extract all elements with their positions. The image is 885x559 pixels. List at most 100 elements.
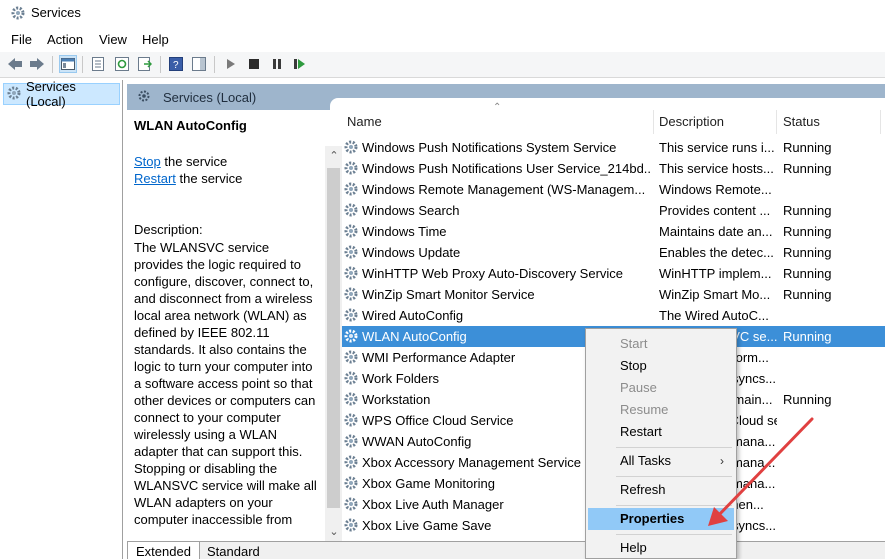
- service-gear-icon: [343, 412, 359, 431]
- selected-service-title: WLAN AutoConfig: [134, 118, 247, 133]
- table-row[interactable]: WinHTTP Web Proxy Auto-Discovery Service…: [342, 263, 885, 284]
- service-gear-icon: [343, 433, 359, 452]
- tab-extended[interactable]: Extended: [127, 542, 200, 559]
- service-status: Running: [783, 140, 832, 155]
- service-name: WinHTTP Web Proxy Auto-Discovery Service: [362, 266, 624, 281]
- service-gear-icon: [343, 307, 359, 326]
- service-status: Running: [783, 287, 832, 302]
- all-tasks-label: All Tasks: [620, 453, 672, 468]
- start-service-icon[interactable]: [222, 55, 240, 73]
- title-bar: Services: [0, 0, 885, 28]
- stop-service-link[interactable]: Stop: [134, 154, 161, 169]
- restart-service-icon[interactable]: [291, 55, 309, 73]
- table-row[interactable]: Windows Push Notifications User Service_…: [342, 158, 885, 179]
- sort-ascending-icon: ⌃: [493, 102, 502, 113]
- panel-title: Services (Local): [163, 90, 257, 105]
- service-gear-icon: [343, 244, 359, 263]
- table-row[interactable]: Windows Remote Management (WS-Managem...…: [342, 179, 885, 200]
- services-gear-icon: [6, 85, 22, 104]
- service-description: This service runs i...: [659, 140, 775, 155]
- service-status: Running: [783, 161, 832, 176]
- table-row[interactable]: Windows Time Maintains date an... Running: [342, 221, 885, 242]
- annotation-arrow-icon: [708, 417, 814, 526]
- table-row[interactable]: WinZip Smart Monitor Service WinZip Smart…: [342, 284, 885, 305]
- service-gear-icon: [343, 160, 359, 179]
- description-label: Description:: [134, 222, 203, 237]
- search-gear-icon: [137, 89, 153, 108]
- tree-item-label: Services (Local): [26, 79, 76, 109]
- service-gear-icon: [343, 454, 359, 473]
- service-name: Wired AutoConfig: [362, 308, 464, 323]
- service-name: Windows Push Notifications User Service_…: [362, 161, 650, 176]
- service-gear-icon: [343, 181, 359, 200]
- service-description: The Wired AutoC...: [659, 308, 769, 323]
- service-name: Windows Time: [362, 224, 447, 239]
- console-tree-icon[interactable]: [59, 55, 77, 73]
- extended-description-panel: WLAN AutoConfig Stop the service Restart…: [127, 110, 325, 546]
- service-status: Running: [783, 266, 832, 281]
- menu-item-help[interactable]: Help: [588, 537, 734, 559]
- service-gear-icon: [343, 475, 359, 494]
- scroll-up-icon[interactable]: ⌃: [328, 150, 340, 162]
- service-description: Provides content ...: [659, 203, 771, 218]
- properties-sheet-icon[interactable]: [89, 55, 107, 73]
- service-status: Running: [783, 392, 832, 407]
- service-gear-icon: [343, 496, 359, 515]
- table-row[interactable]: Windows Push Notifications System Servic…: [342, 137, 885, 158]
- tab-standard[interactable]: Standard: [199, 542, 268, 559]
- action-pane-icon[interactable]: [190, 55, 208, 73]
- scrollbar-thumb[interactable]: [327, 168, 340, 508]
- export-list-icon[interactable]: [136, 55, 154, 73]
- menu-file[interactable]: File: [11, 32, 32, 47]
- service-gear-icon: [343, 328, 359, 347]
- menu-view[interactable]: View: [99, 32, 127, 47]
- console-tree: Services (Local): [0, 79, 123, 559]
- column-header-status[interactable]: Status: [783, 114, 820, 129]
- service-gear-icon: [343, 517, 359, 536]
- service-status: Running: [783, 329, 832, 344]
- tree-item-services-local[interactable]: Services (Local): [3, 79, 120, 109]
- service-description: This service hosts...: [659, 161, 774, 176]
- scroll-down-icon[interactable]: ⌄: [328, 526, 340, 538]
- service-status: Running: [783, 245, 832, 260]
- view-tabs: Extended Standard: [127, 541, 885, 559]
- stop-service-icon[interactable]: [245, 55, 263, 73]
- service-name: Windows Search: [362, 203, 460, 218]
- help-icon[interactable]: ?: [167, 55, 185, 73]
- service-gear-icon: [343, 286, 359, 305]
- table-row[interactable]: Wired AutoConfig The Wired AutoC...: [342, 305, 885, 326]
- column-header-description[interactable]: Description: [659, 114, 724, 129]
- restart-link-suffix: the service: [175, 171, 243, 186]
- menu-item-pause[interactable]: Pause: [588, 377, 734, 399]
- service-description: WinZip Smart Mo...: [659, 287, 771, 302]
- column-header-name[interactable]: Name: [347, 114, 382, 129]
- service-gear-icon: [343, 349, 359, 368]
- service-description: Maintains date an...: [659, 224, 773, 239]
- forward-arrow-icon[interactable]: [28, 55, 46, 73]
- service-gear-icon: [343, 370, 359, 389]
- refresh-icon[interactable]: [113, 55, 131, 73]
- service-gear-icon: [343, 391, 359, 410]
- menu-action[interactable]: Action: [47, 32, 83, 47]
- service-name: Windows Remote Management (WS-Managem...: [362, 182, 646, 197]
- restart-service-link[interactable]: Restart: [134, 171, 176, 186]
- table-row[interactable]: Windows Search Provides content ... Runnin…: [342, 200, 885, 221]
- service-gear-icon: [343, 202, 359, 221]
- menu-item-start[interactable]: Start: [588, 333, 734, 355]
- menu-bar: File Action View Help: [0, 30, 885, 50]
- service-name: Windows Update: [362, 245, 461, 260]
- services-gear-icon: [10, 5, 26, 21]
- pause-service-icon[interactable]: [268, 55, 286, 73]
- service-name: Windows Push Notifications System Servic…: [362, 140, 617, 155]
- service-description: Windows Remote...: [659, 182, 772, 197]
- service-name: WinZip Smart Monitor Service: [362, 287, 535, 302]
- table-row[interactable]: Windows Update Enables the detec... Runnin…: [342, 242, 885, 263]
- menu-item-stop[interactable]: Stop: [588, 355, 734, 377]
- window-title: Services: [31, 5, 81, 20]
- stop-link-suffix: the service: [160, 154, 228, 169]
- service-status: Running: [783, 203, 832, 218]
- service-status: Running: [783, 224, 832, 239]
- menu-help[interactable]: Help: [142, 32, 169, 47]
- back-arrow-icon[interactable]: [6, 55, 24, 73]
- vertical-scrollbar[interactable]: ⌃ ⌄: [325, 146, 342, 546]
